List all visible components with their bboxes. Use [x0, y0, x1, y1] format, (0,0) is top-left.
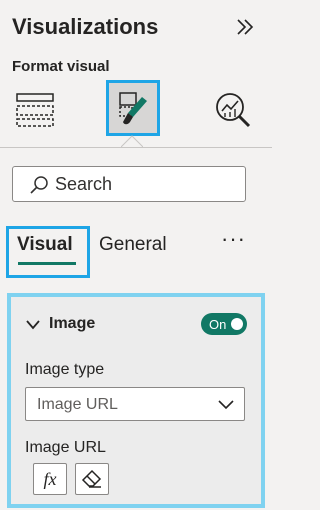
toggle-knob	[231, 318, 243, 330]
format-visual-label: Format visual	[12, 58, 110, 75]
toggle-label: On	[209, 317, 227, 332]
image-type-label: Image type	[25, 361, 105, 378]
format-paintbrush-icon	[119, 92, 147, 125]
image-type-dropdown[interactable]: Image URL	[25, 387, 245, 421]
analytics-button[interactable]	[206, 82, 260, 138]
image-section-header[interactable]: Image On	[25, 311, 251, 341]
eraser-icon	[81, 469, 102, 488]
pane-title: Visualizations	[12, 14, 159, 39]
fx-icon: fx	[43, 468, 57, 489]
double-chevron-right-icon[interactable]	[234, 16, 256, 38]
tab-visual[interactable]: Visual	[6, 226, 90, 278]
section-title: Image	[49, 315, 96, 332]
analytics-magnifier-icon	[216, 93, 251, 128]
build-visual-button[interactable]	[8, 82, 62, 138]
build-visual-icon	[16, 93, 54, 127]
format-tabs: Visual General ···	[0, 222, 272, 278]
fx-button[interactable]: fx	[33, 463, 67, 495]
image-toggle[interactable]: On	[201, 313, 247, 335]
image-section-card: Image On Image type Image URL Image URL …	[7, 293, 265, 508]
chevron-down-icon	[218, 400, 234, 410]
reset-button[interactable]	[75, 463, 109, 495]
tab-visual-label: Visual	[17, 234, 73, 255]
format-visual-button[interactable]	[106, 80, 160, 136]
active-tab-underline	[18, 262, 76, 265]
search-box[interactable]	[12, 166, 246, 202]
image-type-value: Image URL	[37, 396, 118, 413]
selection-pointer	[121, 135, 143, 147]
chevron-down-icon	[26, 320, 40, 330]
pane-header: Visualizations	[12, 14, 260, 44]
pane-divider	[0, 147, 272, 148]
search-input[interactable]	[55, 171, 239, 197]
image-url-label: Image URL	[25, 439, 106, 456]
search-icon	[30, 176, 48, 194]
tab-general[interactable]: General	[99, 234, 167, 256]
pane-icon-row	[0, 78, 272, 142]
more-options-button[interactable]: ···	[221, 226, 246, 252]
visualizations-pane: Visualizations Format visual Search Visu…	[0, 0, 272, 510]
